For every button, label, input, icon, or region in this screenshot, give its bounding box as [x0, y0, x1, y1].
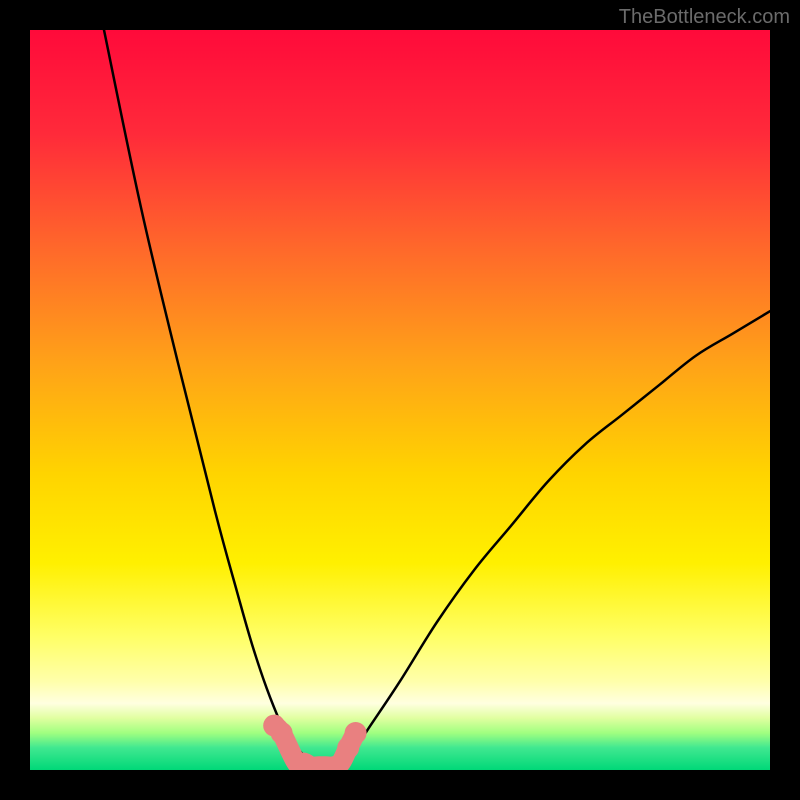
- curve-left: [104, 30, 311, 763]
- bottom-marker-bead: [271, 722, 293, 744]
- bottom-marker-bead: [345, 722, 367, 744]
- curve-layer: [30, 30, 770, 770]
- plot-area: [30, 30, 770, 770]
- curve-right: [341, 311, 770, 762]
- watermark-text: TheBottleneck.com: [619, 6, 790, 29]
- chart-container: TheBottleneck.com: [0, 0, 800, 800]
